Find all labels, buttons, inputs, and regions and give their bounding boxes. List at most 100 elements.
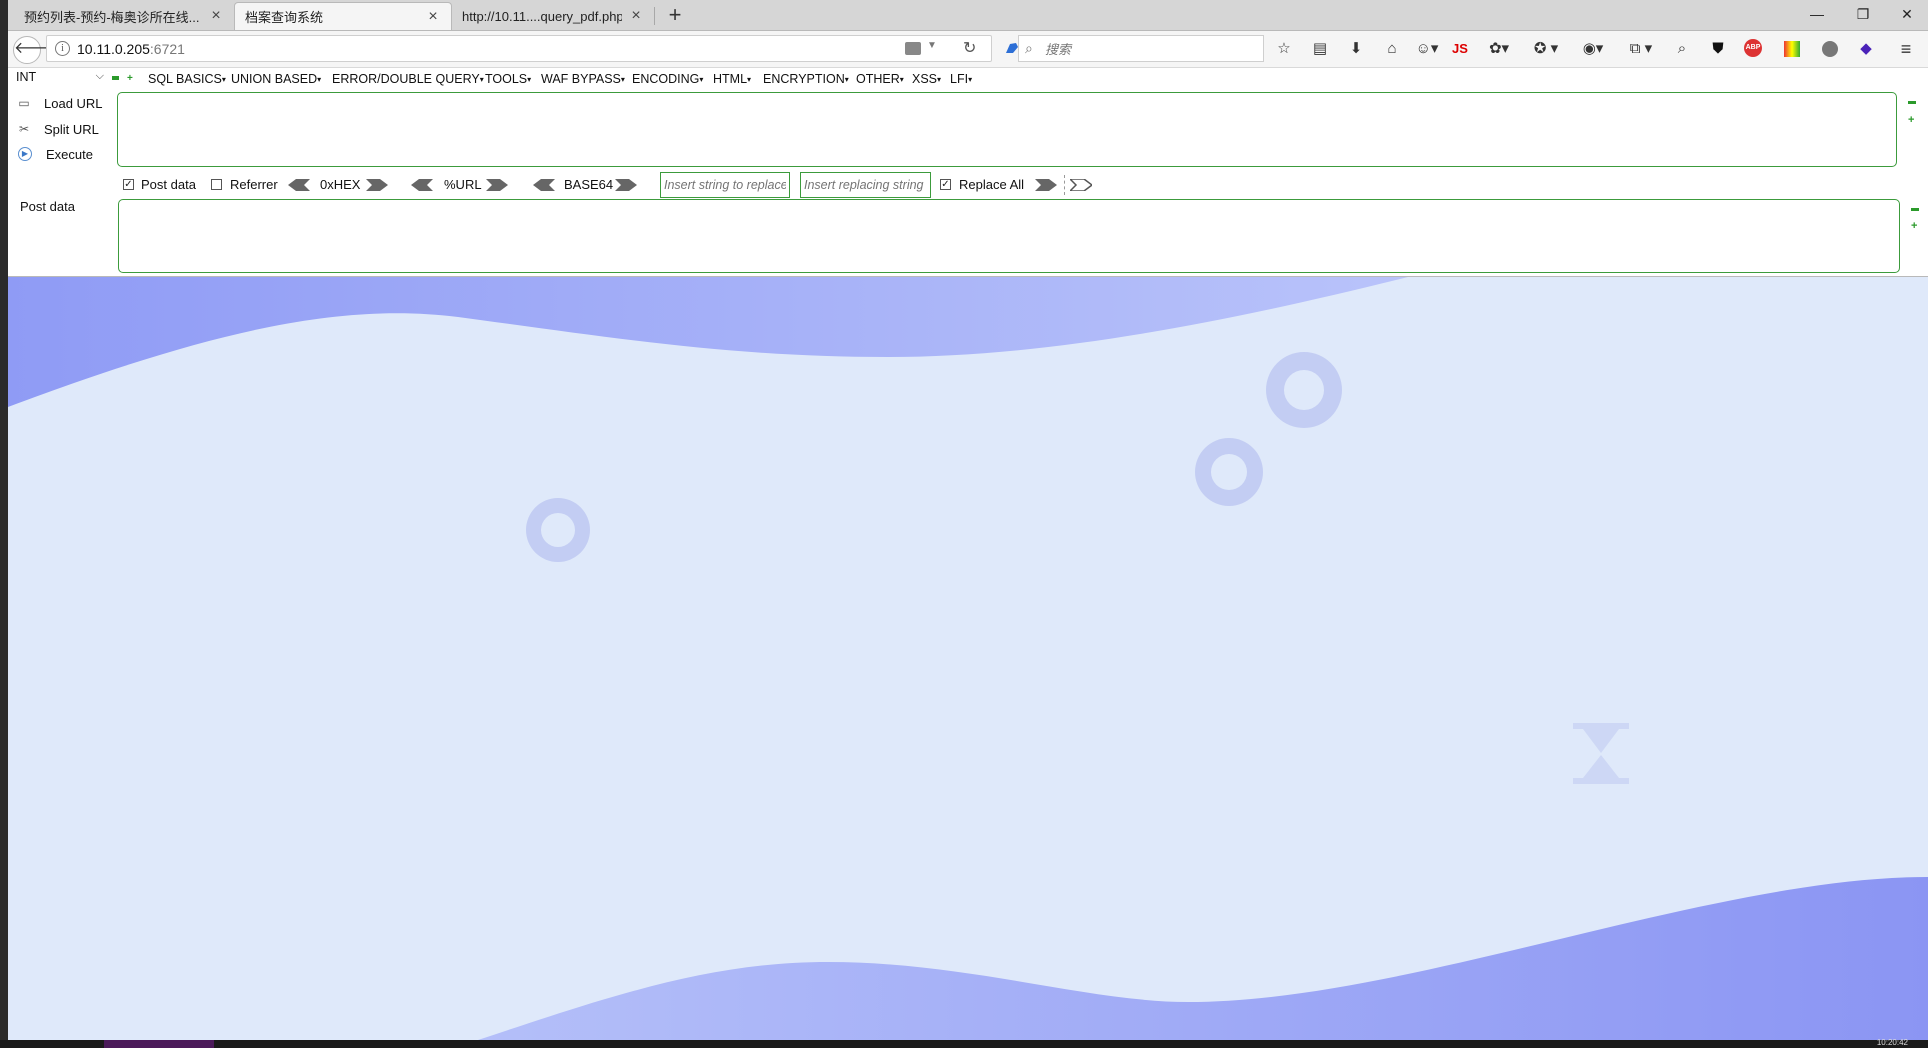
tab-label: 预约列表-预约-梅奥诊所在线... [24,9,200,25]
split-url-label: Split URL [44,121,99,137]
replace-to-input[interactable] [800,172,931,198]
load-url-label: Load URL [44,95,103,111]
menu-label: ENCODING [632,72,700,86]
tab-separator [654,7,655,25]
search-bar[interactable]: ⌕ [1018,35,1264,62]
base64-decode-arrow-icon[interactable] [533,179,555,191]
globe-icon[interactable] [1822,41,1838,57]
screenshot-icon[interactable]: ⧉ ▾ [1622,39,1660,59]
menu-sql-basics[interactable]: SQL BASICS▾ [148,72,226,86]
gem-icon[interactable]: ◆ [1856,39,1876,59]
replace-all-label: Replace All [959,177,1025,192]
url-textarea[interactable] [117,92,1897,167]
js-toggle-icon[interactable]: JS [1450,39,1470,59]
dropdown-arrow-icon: ▾ [747,75,752,85]
adblock-icon[interactable]: ABP [1744,39,1762,57]
replace-next-arrow-icon[interactable] [1070,179,1092,191]
menu-encryption[interactable]: ENCRYPTION▾ [763,72,849,86]
hex-encode-arrow-icon[interactable] [366,179,388,191]
reload-icon[interactable]: ↻ [963,38,976,58]
browser-window: 预约列表-预约-梅奥诊所在线... × 档案查询系统 × http://10.1… [8,0,1928,1040]
replace-from-input[interactable] [660,172,790,198]
plus-icon[interactable]: + [127,74,134,84]
back-button[interactable]: 🡐 [13,36,57,64]
menu-xss[interactable]: XSS▾ [912,72,941,86]
shield-icon[interactable]: ⛊ [1708,39,1728,59]
tab-query-pdf[interactable]: http://10.11....query_pdf.php × [452,2,654,30]
reader-view-icon[interactable] [905,42,921,55]
bookmark-star-icon[interactable]: ☆ [1274,39,1294,59]
url-encode-arrow-icon[interactable] [486,179,508,191]
url-bar[interactable]: i 10.11.0.205:6721 ▼ ↻ [46,35,992,62]
tab-archive-query[interactable]: 档案查询系统 × [234,2,452,30]
menu-html[interactable]: HTML▾ [713,72,751,86]
top-wave [8,277,1408,407]
hamburger-menu-icon[interactable]: ≡ [1896,39,1916,59]
chevron-down-icon[interactable]: ▼ [927,40,937,51]
dropdown-arrow-icon: ▾ [937,75,942,85]
library-icon[interactable]: ▤ [1310,39,1330,59]
menu-encoding[interactable]: ENCODING▾ [632,72,703,86]
close-icon[interactable]: × [425,8,441,26]
menu-tools[interactable]: TOOLS▾ [485,72,531,86]
proxy-icon[interactable]: ✿▾ [1482,39,1516,59]
menu-label: HTML [713,72,748,86]
dropdown-arrow-icon: ▾ [527,75,532,85]
menu-waf-bypass[interactable]: WAF BYPASS▾ [541,72,625,86]
close-icon[interactable]: × [208,7,224,25]
face-icon[interactable]: ☺▾ [1412,39,1442,59]
zoom-icon[interactable]: ⌕ [1672,39,1692,59]
hex-decode-arrow-icon[interactable] [288,179,310,191]
menu-union-based[interactable]: UNION BASED▾ [231,72,321,86]
minimize-button[interactable]: — [1794,0,1840,30]
close-icon[interactable]: × [628,7,644,25]
extension-box-icon[interactable] [1784,41,1800,57]
base64-encode-arrow-icon[interactable] [615,179,637,191]
url-text[interactable]: 10.11.0.205:6721 [77,41,185,57]
bottom-wave [478,877,1928,1040]
navigation-bar: 🡐 i 10.11.0.205:6721 ▼ ↻ ⌕ ☆ ▤ ⬇ ⌂ ☺▾ JS… [8,31,1928,68]
layers-icon[interactable]: ◉▾ [1576,39,1610,59]
menu-other[interactable]: OTHER▾ [856,72,904,86]
tab-label: 档案查询系统 [245,10,324,25]
referrer-checkbox[interactable] [211,179,222,190]
int-select[interactable]: INT ⌵ [16,70,106,87]
menu-lfi[interactable]: LFI▾ [950,72,972,86]
minus-icon[interactable] [1908,101,1916,104]
search-icon: ⌕ [1025,40,1033,56]
menu-label: TOOLS [485,72,528,86]
minus-icon[interactable] [112,76,119,80]
download-icon[interactable]: ⬇ [1346,39,1366,59]
execute-button[interactable]: ▶ Execute [16,144,93,164]
split-url-button[interactable]: ✂ Split URL [16,119,99,139]
replace-all-checkbox[interactable]: ✓ [940,179,951,190]
plus-icon[interactable]: + [1908,115,1916,126]
url-decode-arrow-icon[interactable] [411,179,433,191]
dropdown-arrow-icon: ▾ [317,75,322,85]
post-data-option-label: Post data [141,177,196,192]
execute-label: Execute [46,146,93,162]
int-select-value: INT [16,70,37,84]
menu-error-double-query[interactable]: ERROR/DOUBLE QUERY▾ [332,72,484,86]
info-icon[interactable]: i [55,41,70,56]
post-data-textarea[interactable] [118,199,1900,273]
post-data-checkbox[interactable]: ✓ [123,179,134,190]
new-tab-button[interactable]: + [662,3,688,27]
replace-arrow-icon[interactable] [1035,179,1057,191]
hackbar-menu: INT ⌵ + SQL BASICS▾ UNION BASED▾ ERROR/D… [8,68,1928,90]
palette-icon[interactable]: ✪ ▾ [1528,39,1564,59]
tab-appointment-list[interactable]: 预约列表-预约-梅奥诊所在线... × [14,2,234,30]
dropdown-arrow-icon: ▾ [844,75,849,85]
taskbar-app[interactable] [104,1040,214,1048]
minus-icon[interactable] [1911,208,1919,211]
plus-icon[interactable]: + [1911,221,1919,232]
url-port: :6721 [149,41,185,57]
menu-label: LFI [950,72,969,86]
search-input[interactable] [1043,39,1257,60]
referrer-option-label: Referrer [230,177,278,192]
load-url-button[interactable]: ▭ Load URL [16,93,103,113]
restore-button[interactable]: ❐ [1840,0,1886,30]
close-window-button[interactable]: ✕ [1884,0,1928,30]
home-icon[interactable]: ⌂ [1382,39,1402,59]
taskbar-clock: 10:20:42 [1876,1038,1908,1047]
